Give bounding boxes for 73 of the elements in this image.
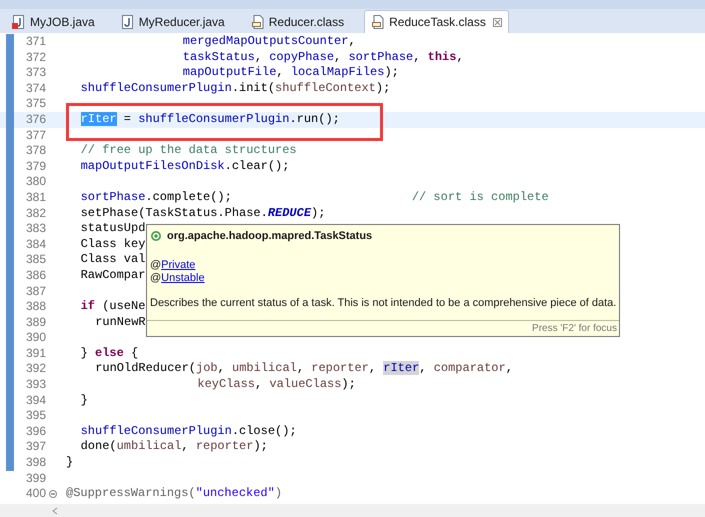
code-line: statusUpd [80, 221, 146, 237]
line-number: 394 [24, 392, 46, 408]
tooltip-footer: Press 'F2' for focus [532, 321, 617, 336]
line-number: 374 [24, 80, 46, 96]
collapse-icon[interactable] [49, 490, 57, 498]
line-number: 378 [24, 143, 46, 159]
code-line: runOldReducer(job, umbilical, reporter, rIter, comparator, [94, 361, 513, 378]
code-line: RawCompar [80, 268, 146, 284]
code-line: shuffleConsumerPlugin.close(); [80, 424, 297, 440]
code-line: // free up the data structures [80, 143, 297, 159]
code-line: runNewR [94, 314, 146, 330]
line-number: 391 [24, 346, 46, 362]
code-line: done(umbilical, reporter); [80, 439, 268, 456]
code-line: keyClass, valueClass); [196, 377, 356, 393]
code-line: } else { [80, 346, 138, 362]
code-line: Class key [80, 236, 146, 252]
tooltip-description: Describes the current status of a task. This is not intended to be a comprehensive piece of data. [149, 296, 618, 310]
editor-tab[interactable]: ReduceTask.class [364, 10, 509, 33]
tooltip-title: org.apache.hadoop.mapred.TaskStatus [167, 229, 372, 244]
code-line: taskStatus, copyPhase, sortPhase, this, [182, 50, 464, 66]
editor-tab[interactable]: MyJOB.java [6, 10, 101, 33]
line-number: 373 [24, 65, 46, 81]
line-number: 390 [24, 330, 46, 346]
code-line: } [80, 392, 88, 408]
code-line: rIter = shuffleConsumerPlugin.run(); [80, 112, 340, 128]
class-icon [150, 230, 162, 242]
code-line: Class val [80, 252, 146, 268]
line-number: 399 [24, 470, 46, 486]
tab-label: Reducer.class [268, 14, 344, 30]
code-line: } [66, 455, 74, 471]
line-number: 371 [24, 34, 46, 50]
line-number: 386 [24, 268, 46, 284]
tab-label: MyReducer.java [138, 14, 225, 30]
close-icon[interactable] [492, 18, 502, 26]
code-line: sortPhase.complete(); // sort is complete [80, 190, 549, 206]
line-number: 400 [24, 486, 46, 502]
code-line: @SuppressWarnings("unchecked") [66, 486, 282, 502]
line-number: 384 [24, 236, 46, 252]
code-line: mapOutputFile, localMapFiles); [182, 65, 399, 81]
line-number: 395 [24, 408, 46, 424]
horizontal-scrollbar[interactable] [0, 504, 705, 517]
line-number: 388 [24, 299, 46, 315]
line-number: 398 [24, 455, 46, 471]
annotation-symbol: @ [150, 272, 162, 284]
line-number: 387 [24, 284, 46, 300]
code-line: setPhase(TaskStatus.Phase.REDUCE); [80, 206, 326, 222]
line-number: 393 [24, 377, 46, 393]
line-number: 383 [24, 221, 46, 237]
line-number: 389 [24, 314, 46, 330]
annotation-link[interactable]: Private [161, 258, 196, 272]
scroll-left-icon[interactable] [52, 506, 58, 514]
tab-label: MyJOB.java [30, 14, 95, 30]
line-number: 392 [24, 361, 46, 378]
editor-tab[interactable]: MyReducer.java [114, 10, 231, 33]
line-number: 397 [24, 439, 46, 456]
line-number: 396 [24, 424, 46, 440]
line-number: 380 [24, 174, 46, 190]
line-number: 376 [24, 112, 46, 128]
line-number: 381 [24, 190, 46, 206]
code-line: mapOutputFilesOnDisk.clear(); [80, 158, 290, 174]
code-line: mergedMapOutputsCounter, [182, 34, 356, 50]
editor-tab[interactable]: Reducer.class [244, 10, 350, 33]
line-number: 375 [24, 96, 46, 112]
line-number: 385 [24, 252, 46, 268]
tab-label: ReduceTask.class [389, 14, 486, 31]
annotation-symbol: @ [150, 258, 162, 272]
line-number: 379 [24, 158, 46, 174]
code-line: if (useNe [80, 299, 146, 315]
line-number: 382 [24, 206, 46, 222]
line-number: 372 [24, 50, 46, 66]
line-number: 377 [24, 128, 46, 144]
annotation-link[interactable]: Unstable [161, 272, 205, 284]
code-line: shuffleConsumerPlugin.init(shuffleContext); [80, 80, 390, 96]
